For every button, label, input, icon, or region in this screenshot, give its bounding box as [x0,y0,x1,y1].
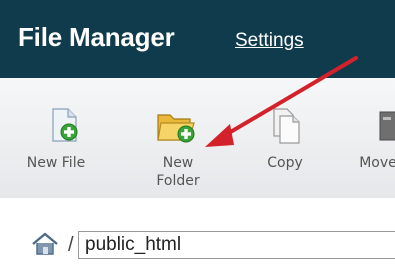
new-file-icon [52,108,78,142]
header-bar: File Manager Settings [0,0,395,78]
copy-icon [273,108,300,144]
app-title: File Manager [18,22,175,52]
copy-label: Copy [267,155,303,171]
new-folder-icon [157,114,195,143]
new-file-button[interactable]: New File [20,108,92,194]
new-file-label: New File [26,155,86,171]
path-separator: / [68,234,74,256]
toolbar: New File New Folder Copy Move [0,78,395,199]
new-folder-button[interactable]: New Folder [148,108,208,194]
move-button[interactable]: Move [348,108,395,194]
path-bar: / [0,198,395,265]
settings-link[interactable]: Settings [235,30,304,52]
home-icon[interactable] [30,232,60,256]
copy-button[interactable]: Copy [260,108,310,194]
new-folder-label: New Folder [156,155,200,189]
move-icon [379,111,395,141]
move-label: Move [359,155,395,171]
path-input[interactable] [78,231,395,259]
